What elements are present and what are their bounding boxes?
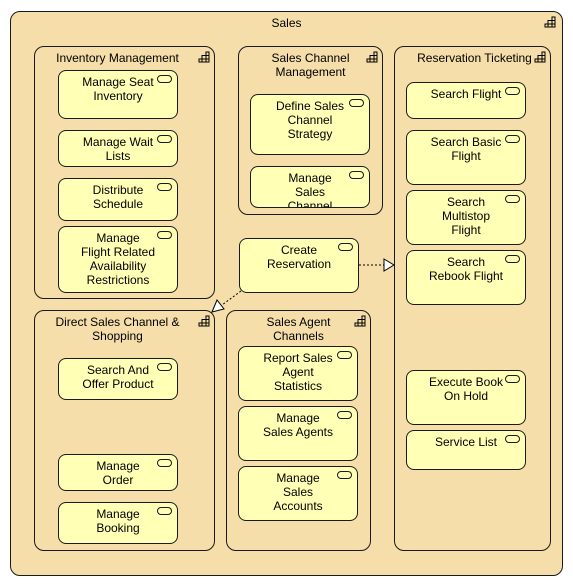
realization-arrow-to-direct-sales[interactable]	[211, 290, 242, 313]
relations-layer	[211, 258, 395, 313]
realization-arrow-to-reservation-ticketing[interactable]	[359, 258, 395, 272]
